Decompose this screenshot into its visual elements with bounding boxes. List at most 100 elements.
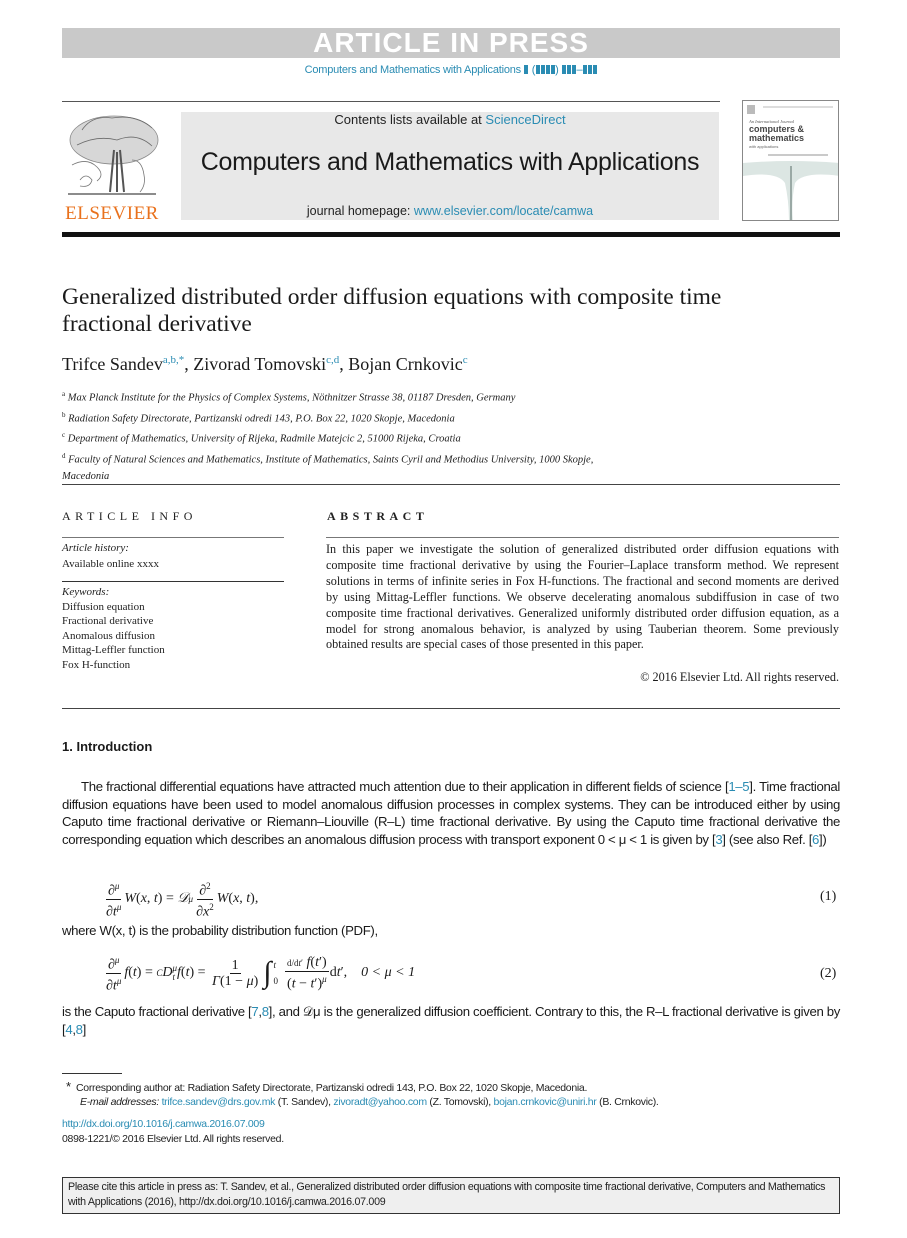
affiliation-text: Department of Mathematics, University of… [67,433,461,445]
email-link[interactable]: bojan.crnkovic@uniri.hr [494,1096,597,1108]
elsevier-wordmark: ELSEVIER [65,203,159,224]
affiliation-mark: b [62,410,66,419]
header-thick-rule [62,232,840,237]
divider [62,537,284,538]
citation-link[interactable]: 8 [262,1004,269,1019]
journal-title: Computers and Mathematics with Applicati… [200,148,700,176]
citation-box: Please cite this article in press as: T.… [62,1177,840,1214]
author-list: Trifce Sandeva,b,*, Zivorad Tomovskic,d,… [62,354,468,374]
affiliation-item: c Department of Mathematics, University … [62,427,622,448]
cover-line3: mathematics [749,133,804,143]
divider [326,537,839,538]
article-info-heading: ARTICLE INFO [62,509,197,523]
placeholder-block [535,65,540,74]
abstract-copyright: © 2016 Elsevier Ltd. All rights reserved… [640,670,839,684]
keywords-label: Keywords: [62,586,110,598]
contents-available-line: Contents lists available at ScienceDirec… [181,112,719,127]
section-heading: 1. Introduction [62,739,153,754]
running-journal-name: Computers and Mathematics with Applicati… [304,64,522,76]
paren-close: ) [555,64,559,76]
author-name[interactable]: Bojan Crnkovic [348,354,463,374]
sciencedirect-link[interactable]: ScienceDirect [485,112,565,127]
body-paragraph: is the Caputo fractional derivative [7,8… [62,1004,840,1037]
placeholder-block [524,65,529,74]
fraction: 1 Γ(1 − μ) [212,957,259,989]
text-run: is the Caputo fractional derivative [ [62,1004,252,1019]
corresponding-author-footnote: * Corresponding author at: Radiation Saf… [66,1079,587,1094]
keyword-list: Diffusion equation Fractional derivative… [62,600,165,672]
article-history-value: Available online xxxx [62,558,159,570]
placeholder-block [545,65,550,74]
divider [62,581,284,582]
article-in-press-banner: ARTICLE IN PRESS [62,28,840,58]
equation-number: (1) [820,889,837,904]
placeholder-block [572,65,576,74]
email-link[interactable]: zivoradt@yahoo.com [333,1096,427,1108]
cover-line4: with applications [749,144,778,149]
article-history-label: Article history: [62,542,129,554]
placeholder-block [562,65,566,74]
affiliation-mark: c [62,431,66,439]
affiliation-mark: a [62,390,66,398]
citation-link[interactable]: 7 [251,1004,258,1019]
email-owner: (B. Crnkovic). [596,1096,659,1108]
asterisk-icon: * [66,1079,71,1094]
author-name[interactable]: Trifce Sandev [62,354,163,374]
citation-link[interactable]: 8 [76,1022,83,1037]
placeholder-block [567,65,571,74]
text-run: ] (see also Ref. [ [722,831,813,847]
placeholder-block [540,65,545,74]
header-top-rule [62,101,720,102]
affiliation-item: b Radiation Safety Directorate, Partizan… [62,407,622,428]
running-journal-reference: Computers and Mathematics with Applicati… [62,64,840,76]
placeholder-block [582,65,587,74]
affiliation-item: d Faculty of Natural Sciences and Mathem… [62,448,622,486]
author-affiliation-mark[interactable]: c,d [326,354,339,366]
fraction: ∂2 ∂x2 [196,881,214,920]
equation-condition: 0 < μ < 1 [361,965,416,981]
citation-link[interactable]: 4 [65,1022,72,1037]
doi-link[interactable]: http://dx.doi.org/10.1016/j.camwa.2016.0… [62,1118,265,1130]
keyword-item: Fractional derivative [62,615,154,628]
fraction: ∂μ ∂tμ [105,955,122,994]
issn-copyright: 0898-1221/© 2016 Elsevier Ltd. All right… [62,1133,284,1145]
divider [62,708,840,709]
integral-sign: ∫ [263,956,272,990]
placeholder-block [587,65,592,74]
text-line: where W(x, t) is the probability distrib… [62,923,378,938]
author-affiliation-mark[interactable]: a,b,* [163,354,184,366]
citation-link[interactable]: 6 [812,832,819,847]
homepage-prefix: journal homepage: [306,204,414,218]
range-separator: – [576,64,583,76]
journal-homepage-link[interactable]: www.elsevier.com/locate/camwa [414,204,593,218]
citation-link[interactable]: 1–5 [728,779,749,794]
cover-emblem [747,105,755,114]
author-name[interactable]: Zivorad Tomovski [193,354,326,374]
affiliation-text: Faculty of Natural Sciences and Mathemat… [62,454,594,482]
intro-paragraph: The fractional differential equations ha… [62,778,840,848]
affiliation-text: Radiation Safety Directorate, Partizansk… [68,413,455,424]
contents-prefix: Contents lists available at [334,112,486,127]
abstract-text: In this paper we investigate the solutio… [326,542,839,652]
text-run: ]) [819,831,827,847]
footnote-text: Corresponding author at: Radiation Safet… [76,1082,588,1094]
paren-open: ( [531,64,536,76]
email-owner: (Z. Tomovski), [426,1096,494,1108]
affiliation-text: Max Planck Institute for the Physics of … [67,392,516,404]
keyword-item: Mittag-Leffler function [62,644,165,657]
keyword-item: Fox H-function [62,658,131,671]
article-title: Generalized distributed order diffusion … [62,284,722,337]
equation-1: ∂μ ∂tμ W(x, t) = 𝒟μ ∂2 ∂x2 W(x, t), [105,881,259,920]
text-run: ] [82,1021,87,1037]
email-footnote: E-mail addresses: trifce.sandev@drs.gov.… [80,1096,659,1108]
email-link[interactable]: trifce.sandev@drs.gov.mk [162,1096,276,1108]
affiliation-mark: d [62,451,66,460]
affiliation-item: a Max Planck Institute for the Physics o… [62,386,622,407]
text-run: The fractional differential equations ha… [81,779,729,794]
author-affiliation-mark[interactable]: c [463,354,468,366]
keyword-item: Anomalous diffusion [62,629,155,642]
affiliation-list: a Max Planck Institute for the Physics o… [62,386,622,485]
journal-cover-thumbnail[interactable]: An International Journal computers & mat… [742,100,839,221]
keyword-item: Diffusion equation [62,601,145,613]
journal-homepage-line: journal homepage: www.elsevier.com/locat… [181,204,719,218]
